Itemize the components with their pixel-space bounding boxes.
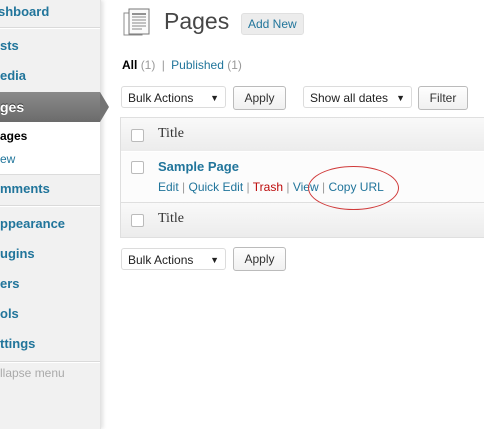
sidebar-item-settings[interactable]: ttings <box>0 329 100 359</box>
sidebar-item-label: ugins <box>0 246 35 261</box>
sidebar-item-label: edia <box>0 68 27 83</box>
row-checkbox[interactable] <box>131 161 144 174</box>
trash-link[interactable]: Trash <box>253 180 283 194</box>
sidebar-item-label: shboard <box>0 4 50 19</box>
dropdown-arrow-icon: ▼ <box>210 93 219 103</box>
sidebar-item-label: ers <box>0 276 20 291</box>
bulk-actions-value: Bulk Actions <box>128 253 194 267</box>
admin-sidebar: shboard sts edia ges ages ew mments ppea… <box>0 0 101 429</box>
sidebar-item-posts[interactable]: sts <box>0 31 100 61</box>
date-filter-value: Show all dates <box>310 91 389 105</box>
action-separator: | <box>286 180 290 194</box>
sidebar-item-label: ols <box>0 306 19 321</box>
select-all-checkbox-bottom[interactable] <box>131 214 144 227</box>
sidebar-item-dashboard[interactable]: shboard <box>0 0 100 27</box>
add-new-button[interactable]: Add New <box>241 13 304 35</box>
sidebar-item-pages[interactable]: ges <box>0 92 100 122</box>
submenu-all-pages[interactable]: ages <box>0 129 27 143</box>
bulk-actions-value: Bulk Actions <box>128 91 194 105</box>
action-separator: | <box>246 180 250 194</box>
collapse-menu-link[interactable]: llapse menu <box>0 366 100 380</box>
sidebar-divider <box>0 27 100 29</box>
sidebar-item-label: mments <box>0 181 50 196</box>
dropdown-arrow-icon: ▼ <box>396 93 405 103</box>
dropdown-arrow-icon: ▼ <box>210 255 219 265</box>
table-header: Title <box>121 118 484 151</box>
sidebar-item-comments[interactable]: mments <box>0 174 100 204</box>
sidebar-item-tools[interactable]: ols <box>0 299 100 329</box>
apply-button-bottom[interactable]: Apply <box>233 247 286 271</box>
sidebar-item-label: sts <box>0 38 19 53</box>
filter-separator: | <box>161 58 165 72</box>
edit-link[interactable]: Edit <box>158 180 179 194</box>
sidebar-item-plugins[interactable]: ugins <box>0 239 100 269</box>
quick-edit-link[interactable]: Quick Edit <box>189 180 244 194</box>
bulk-actions-select-bottom[interactable]: Bulk Actions ▼ <box>121 248 226 270</box>
table-row: Sample Page Edit | Quick Edit | Trash | … <box>121 151 484 203</box>
sidebar-divider <box>0 205 100 207</box>
select-all-checkbox-top[interactable] <box>131 129 144 142</box>
status-filter-links: All (1) | Published (1) <box>122 58 242 72</box>
filter-all-link[interactable]: All <box>122 58 137 72</box>
column-title-header[interactable]: Title <box>158 126 184 142</box>
table-footer: Title <box>121 203 484 237</box>
pages-submenu: ages ew <box>0 122 100 175</box>
page-title: Pages <box>164 8 230 34</box>
action-separator: | <box>182 180 186 194</box>
filter-all-count: (1) <box>140 58 156 72</box>
column-title-footer[interactable]: Title <box>158 211 184 227</box>
sidebar-divider <box>0 361 100 363</box>
date-filter-select[interactable]: Show all dates ▼ <box>303 86 412 108</box>
current-menu-arrow <box>100 92 109 122</box>
pages-table: Title Sample Page Edit | Quick Edit | Tr… <box>120 117 484 238</box>
filter-published-link[interactable]: Published <box>171 58 224 72</box>
sidebar-item-media[interactable]: edia <box>0 61 100 91</box>
sidebar-item-label: ttings <box>0 336 36 351</box>
sidebar-item-users[interactable]: ers <box>0 269 100 299</box>
sidebar-item-appearance[interactable]: ppearance <box>0 209 100 239</box>
sidebar-item-label: ges <box>0 99 25 115</box>
filter-button[interactable]: Filter <box>418 86 468 110</box>
row-title-link[interactable]: Sample Page <box>158 159 239 174</box>
submenu-add-new[interactable]: ew <box>0 152 15 166</box>
apply-button-top[interactable]: Apply <box>233 86 286 110</box>
collapse-menu-label: llapse menu <box>0 366 65 380</box>
filter-published-count: (1) <box>227 58 242 72</box>
sidebar-item-label: ppearance <box>0 216 66 231</box>
bulk-actions-select-top[interactable]: Bulk Actions ▼ <box>121 86 226 108</box>
highlight-ellipse <box>308 166 399 210</box>
pages-icon <box>121 8 153 40</box>
